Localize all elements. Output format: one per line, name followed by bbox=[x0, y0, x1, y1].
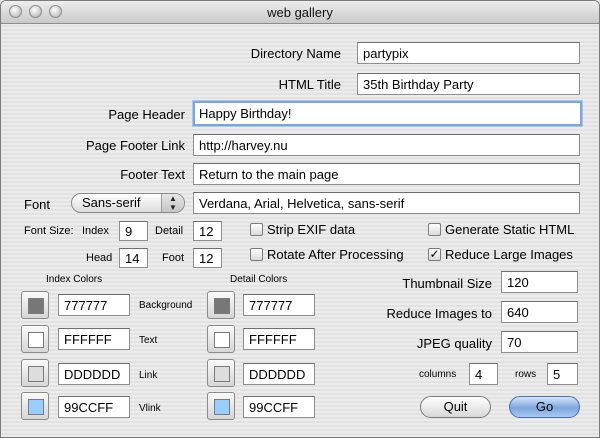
background-label: Background bbox=[139, 300, 193, 311]
detail-size-input[interactable] bbox=[193, 221, 222, 241]
link-color-label: Link bbox=[139, 370, 158, 381]
rows-label: rows bbox=[515, 369, 537, 380]
generate-static-checkbox[interactable] bbox=[428, 223, 441, 236]
directory-name-label: Directory Name bbox=[250, 46, 341, 61]
color-chip bbox=[214, 298, 230, 314]
footer-text-input[interactable] bbox=[193, 163, 580, 185]
index-vlink-swatch[interactable] bbox=[21, 392, 49, 420]
reduce-large-label: Reduce Large Images bbox=[445, 247, 573, 262]
font-label: Font bbox=[24, 197, 51, 212]
jpeg-quality-input[interactable] bbox=[501, 331, 578, 353]
text-color-label: Text bbox=[139, 335, 158, 346]
font-popup-value: Sans-serif bbox=[82, 195, 141, 210]
rotate-checkbox[interactable] bbox=[250, 248, 263, 261]
popup-arrows-icon: ▲ ▼ bbox=[161, 194, 184, 212]
font-size-label: Font Size: bbox=[24, 225, 74, 237]
columns-input[interactable] bbox=[469, 363, 498, 385]
detail-background-swatch[interactable] bbox=[207, 291, 235, 319]
rows-input[interactable] bbox=[547, 363, 578, 385]
web-gallery-window: web gallery Directory Name HTML Title Pa… bbox=[0, 0, 600, 438]
index-link-input[interactable] bbox=[58, 363, 130, 385]
font-popup[interactable]: Sans-serif ▲ ▼ bbox=[71, 193, 185, 213]
detail-text-input[interactable] bbox=[243, 328, 315, 350]
head-size-input[interactable] bbox=[119, 248, 148, 268]
index-vlink-input[interactable] bbox=[58, 396, 130, 418]
jpeg-quality-label: JPEG quality bbox=[416, 336, 492, 351]
index-text-input[interactable] bbox=[58, 328, 130, 350]
color-chip bbox=[28, 399, 44, 415]
title-bar[interactable]: web gallery bbox=[1, 1, 599, 24]
color-chip bbox=[28, 366, 44, 382]
columns-label: columns bbox=[419, 369, 457, 380]
rotate-label: Rotate After Processing bbox=[267, 247, 404, 262]
detail-link-swatch[interactable] bbox=[207, 359, 235, 387]
foot-size-input[interactable] bbox=[193, 248, 222, 268]
color-chip bbox=[28, 332, 44, 348]
color-chip bbox=[214, 332, 230, 348]
detail-colors-header: Detail Colors bbox=[230, 274, 288, 285]
index-background-swatch[interactable] bbox=[21, 291, 49, 319]
generate-static-label: Generate Static HTML bbox=[445, 222, 575, 237]
index-background-input[interactable] bbox=[58, 294, 130, 316]
thumbnail-size-input[interactable] bbox=[501, 271, 578, 293]
index-size-input[interactable] bbox=[119, 221, 148, 241]
index-text-swatch[interactable] bbox=[21, 325, 49, 353]
window-title: web gallery bbox=[267, 5, 333, 20]
detail-link-input[interactable] bbox=[243, 363, 315, 385]
vlink-color-label: Vlink bbox=[139, 403, 161, 414]
page-footer-link-label: Page Footer Link bbox=[85, 138, 185, 153]
detail-vlink-swatch[interactable] bbox=[207, 392, 235, 420]
foot-size-label: Foot bbox=[162, 252, 185, 264]
color-chip bbox=[28, 298, 44, 314]
strip-exif-checkbox[interactable] bbox=[250, 223, 263, 236]
strip-exif-label: Strip EXIF data bbox=[267, 222, 356, 237]
detail-size-label: Detail bbox=[155, 225, 184, 237]
index-size-label: Index bbox=[82, 225, 109, 237]
page-header-input[interactable] bbox=[193, 101, 582, 126]
html-title-input[interactable] bbox=[357, 73, 580, 95]
directory-name-input[interactable] bbox=[357, 42, 580, 64]
html-title-label: HTML Title bbox=[278, 77, 341, 92]
index-colors-header: Index Colors bbox=[46, 274, 103, 285]
reduce-images-input[interactable] bbox=[501, 301, 578, 323]
detail-text-swatch[interactable] bbox=[207, 325, 235, 353]
color-chip bbox=[214, 399, 230, 415]
color-chip bbox=[214, 366, 230, 382]
index-link-swatch[interactable] bbox=[21, 359, 49, 387]
detail-background-input[interactable] bbox=[243, 294, 315, 316]
footer-text-label: Footer Text bbox=[120, 167, 185, 182]
head-size-label: Head bbox=[86, 252, 113, 264]
reduce-large-checkbox[interactable]: ✓ bbox=[428, 248, 441, 261]
quit-button[interactable]: Quit bbox=[420, 396, 491, 418]
page-header-label: Page Header bbox=[108, 107, 185, 122]
reduce-images-label: Reduce Images to bbox=[386, 306, 492, 321]
go-button[interactable]: Go bbox=[509, 396, 580, 418]
font-family-input[interactable] bbox=[193, 192, 580, 214]
thumbnail-size-label: Thumbnail Size bbox=[402, 276, 492, 291]
detail-vlink-input[interactable] bbox=[243, 396, 315, 418]
page-footer-link-input[interactable] bbox=[193, 134, 580, 156]
